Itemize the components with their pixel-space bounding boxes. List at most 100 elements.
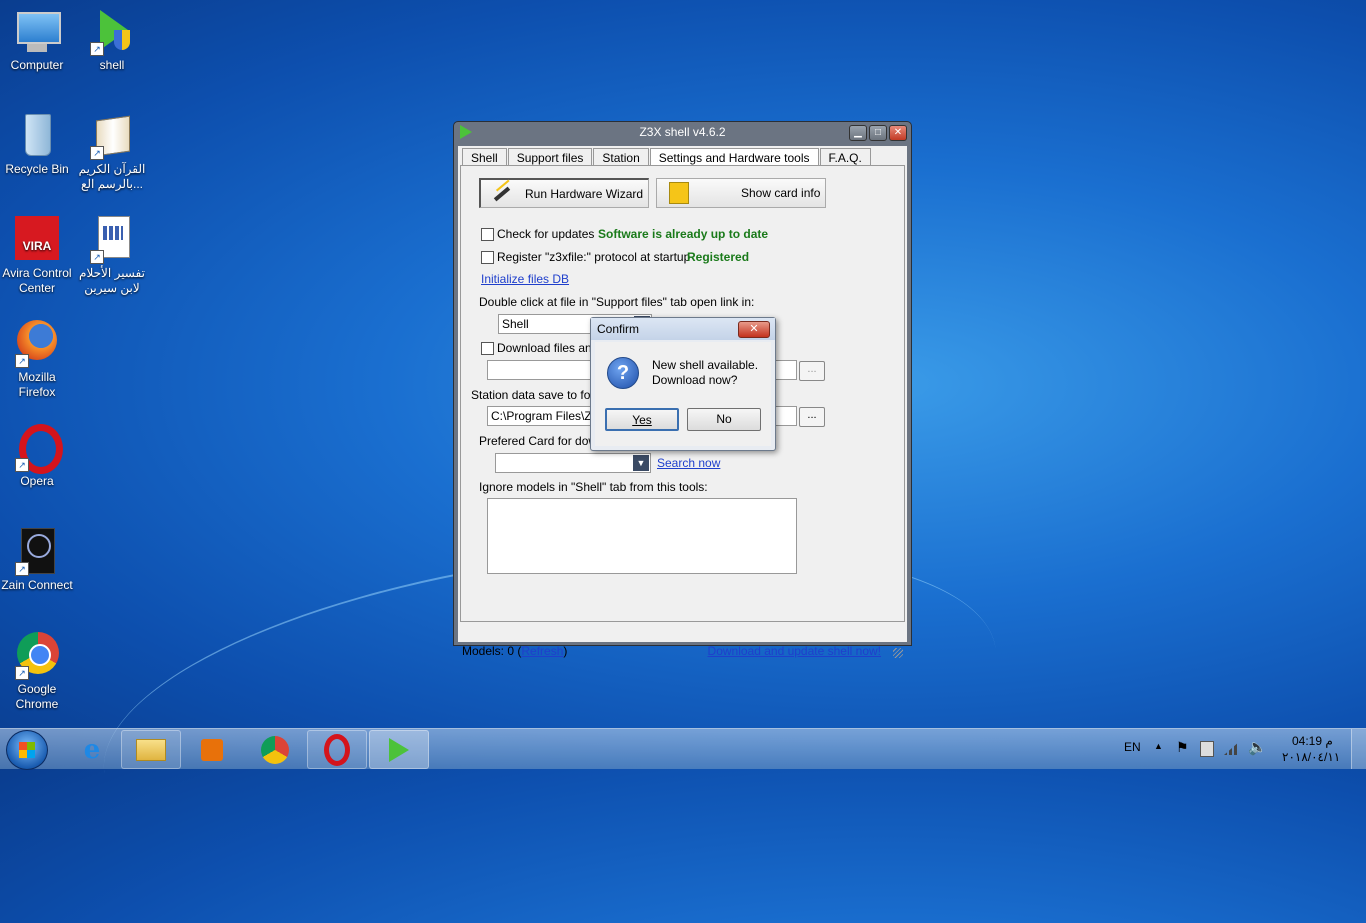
taskbar-ie[interactable]: e	[62, 730, 122, 769]
question-icon: ?	[607, 357, 639, 389]
desktop-icon-chrome[interactable]: ↗ Google Chrome	[0, 632, 74, 712]
prefered-card-select[interactable]: ▼	[495, 453, 651, 473]
desktop-icon-label: Opera	[20, 474, 54, 488]
models-count: Models: 0 (	[462, 644, 522, 658]
maximize-button[interactable]: □	[869, 125, 887, 141]
shortcut-arrow-icon: ↗	[90, 146, 104, 160]
device-icon[interactable]	[1200, 741, 1214, 757]
app-icon	[460, 125, 472, 139]
desktop-icon-opera[interactable]: ↗ Opera	[0, 424, 74, 489]
initialize-files-db-link[interactable]: Initialize files DB	[481, 272, 569, 286]
checkbox-box	[481, 227, 494, 241]
action-center-flag-icon[interactable]: ⚑	[1176, 739, 1189, 756]
firefox-icon: ↗	[13, 320, 61, 368]
dialog-close-button[interactable]: ✕	[738, 321, 770, 338]
station-folder-label: Station data save to folde	[471, 388, 607, 402]
media-player-icon	[201, 738, 223, 761]
desktop-icon-label: Mozilla Firefox	[18, 370, 56, 399]
ignore-models-label: Ignore models in "Shell" tab from this t…	[479, 480, 708, 494]
taskbar-z3x-shell[interactable]	[369, 730, 429, 769]
clock-time[interactable]: 04:19 م	[1292, 734, 1333, 748]
clock-date[interactable]: ٢٠١٨/٠٤/١١	[1282, 750, 1340, 764]
shell-icon: ↗	[88, 8, 136, 56]
taskbar-opera[interactable]	[307, 730, 367, 769]
update-status: Software is already up to date	[598, 227, 769, 241]
dialog-body: ? New shell available. Download now? Yes…	[595, 342, 771, 446]
download-update-link[interactable]: Download and update shell now!	[708, 644, 881, 658]
check-updates-checkbox[interactable]: Check for updates	[481, 227, 594, 241]
zain-icon: ↗	[13, 528, 61, 576]
wand-icon	[493, 186, 511, 201]
double-click-label: Double click at file in "Support files" …	[479, 295, 755, 309]
desktop-icon-shell[interactable]: ↗ shell	[75, 8, 149, 73]
shortcut-arrow-icon: ↗	[90, 250, 104, 264]
checkbox-box	[481, 250, 494, 264]
close-button[interactable]: ✕	[889, 125, 907, 141]
search-now-link[interactable]: Search now	[657, 456, 720, 470]
station-folder-browse-button[interactable]: ...	[799, 407, 825, 427]
show-card-info-button[interactable]: Show card info	[656, 178, 826, 208]
shortcut-arrow-icon: ↗	[90, 42, 104, 56]
check-updates-label: Check for updates	[497, 227, 595, 241]
confirm-dialog: Confirm ✕ ? New shell available. Downloa…	[590, 317, 776, 451]
window-titlebar[interactable]: Z3X shell v4.6.2 ▁ □ ✕	[454, 122, 911, 144]
start-button[interactable]	[6, 730, 48, 770]
volume-icon[interactable]: 🔈	[1248, 738, 1267, 756]
register-protocol-label: Register "z3xfile:" protocol at startup	[497, 250, 691, 264]
taskbar-chrome[interactable]	[245, 730, 305, 769]
chrome-icon	[261, 735, 289, 764]
desktop-icon-zain[interactable]: ↗ Zain Connect	[0, 528, 74, 593]
chevron-down-icon: ▼	[633, 455, 649, 471]
recycle-bin-icon	[13, 112, 61, 160]
register-protocol-checkbox[interactable]: Register "z3xfile:" protocol at startup	[481, 250, 690, 264]
folder-icon	[136, 738, 166, 761]
status-bar: Models: 0 (Refresh) Download and update …	[462, 644, 905, 662]
show-card-label: Show card info	[741, 186, 821, 200]
download-folder-browse-button[interactable]: ...	[799, 361, 825, 381]
minimize-button[interactable]: ▁	[849, 125, 867, 141]
desktop-icon-label: Zain Connect	[1, 578, 73, 592]
shortcut-arrow-icon: ↗	[15, 354, 29, 368]
chrome-icon: ↗	[13, 632, 61, 680]
dialog-title: Confirm	[597, 322, 640, 336]
shell-icon	[389, 737, 409, 762]
no-button[interactable]: No	[687, 408, 761, 431]
run-hardware-wizard-button[interactable]: Run Hardware Wizard	[479, 178, 649, 208]
register-status: Registered	[687, 250, 750, 264]
network-signal-icon[interactable]	[1224, 741, 1240, 755]
taskbar: e EN ▲ ⚑ 🔈 04:19 م ٢٠١٨/٠٤/١١	[0, 728, 1366, 770]
desktop-icon-firefox[interactable]: ↗ Mozilla Firefox	[0, 320, 74, 400]
desktop-icon-label: Avira Control Center	[2, 266, 72, 295]
document-icon: ↗	[88, 216, 136, 264]
refresh-link[interactable]: Refresh	[521, 644, 563, 658]
models-suffix: )	[563, 644, 568, 658]
desktop-icon-label: تفسير الأحلام لابن سيرين	[79, 266, 145, 295]
desktop-icon-label: Computer	[10, 58, 64, 72]
desktop-icon-avira[interactable]: VIRA Avira Control Center	[0, 216, 74, 296]
taskbar-media-player[interactable]	[182, 730, 242, 769]
book-icon: ↗	[88, 112, 136, 160]
desktop-icon-label: القرآن الكريم بالرسم الع...	[78, 162, 146, 191]
dialog-message-line1: New shell available.	[652, 358, 759, 372]
computer-icon	[13, 8, 61, 56]
open-link-value: Shell	[502, 317, 529, 331]
run-wizard-label: Run Hardware Wizard	[525, 186, 644, 201]
desktop-icon-label: shell	[99, 58, 125, 72]
show-hidden-icons-chevron-icon[interactable]: ▲	[1154, 741, 1163, 751]
shortcut-arrow-icon: ↗	[15, 562, 29, 576]
ignore-models-list[interactable]	[487, 498, 797, 574]
taskbar-explorer[interactable]	[121, 730, 181, 769]
internet-explorer-icon: e	[83, 734, 101, 765]
desktop-icon-computer[interactable]: Computer	[0, 8, 74, 73]
desktop-icon-quran[interactable]: ↗ القرآن الكريم بالرسم الع...	[75, 112, 149, 192]
checkbox-box	[481, 341, 494, 355]
dialog-message-line2: Download now?	[652, 373, 738, 387]
language-indicator[interactable]: EN	[1124, 740, 1141, 754]
show-desktop-button[interactable]	[1351, 729, 1366, 769]
avira-icon: VIRA	[13, 216, 61, 264]
prefered-card-label: Prefered Card for down	[479, 434, 604, 448]
yes-button[interactable]: Yes	[605, 408, 679, 431]
desktop-icon-recycle-bin[interactable]: Recycle Bin	[0, 112, 74, 177]
desktop-icon-dreams[interactable]: ↗ تفسير الأحلام لابن سيرين	[75, 216, 149, 296]
resize-grip-icon[interactable]	[893, 648, 903, 658]
